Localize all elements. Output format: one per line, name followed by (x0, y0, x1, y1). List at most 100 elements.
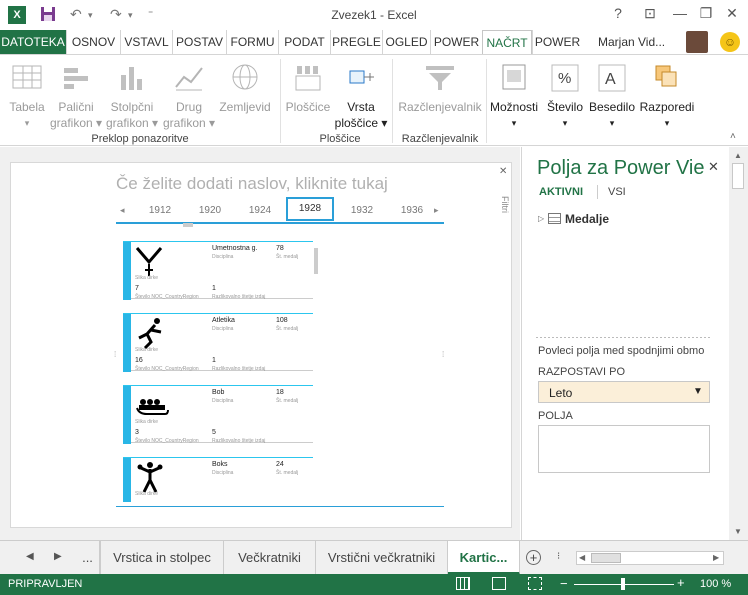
group-label-preklop: Preklop ponazoritve (91, 133, 189, 145)
sheet-tab[interactable]: Vrstica in stolpec (100, 541, 224, 575)
year-tab[interactable]: 1932 (342, 205, 382, 216)
razporedi-button[interactable]: Razporedi ▾ (638, 61, 696, 131)
tabela-button[interactable]: Tabela ▾ (4, 61, 50, 131)
group-separator (280, 59, 281, 143)
athletics-icon (138, 318, 162, 350)
card-item[interactable]: Atletika Disciplina 108 Št. medalj Slika… (123, 313, 313, 372)
title-placeholder[interactable]: Če želite dodati naslov, kliknite tukaj (116, 174, 388, 194)
year-tab-selected[interactable]: 1928 (286, 197, 334, 221)
card-scrollbar[interactable] (314, 248, 318, 274)
sheet-tab[interactable]: Večkratniki (224, 541, 316, 575)
resize-handle[interactable]: ⁞ (114, 350, 116, 359)
tile-resize-handle[interactable] (183, 223, 193, 227)
pane-close-icon[interactable]: ✕ (708, 159, 719, 175)
tile-type-icon (344, 61, 378, 95)
filters-collapse-icon[interactable]: ✕ (499, 166, 507, 177)
tile-strip-left-icon[interactable]: ◂ (120, 205, 125, 216)
filters-label[interactable]: Filtri (500, 196, 510, 213)
scroll-right-icon[interactable]: ▶ (713, 553, 719, 562)
tile-strip-right-icon[interactable]: ▸ (434, 205, 439, 216)
normal-view-icon[interactable] (456, 577, 470, 590)
help-button[interactable]: ? (608, 5, 628, 21)
tab-postav[interactable]: POSTAV (172, 30, 226, 54)
vertical-scrollbar[interactable]: ▲ ▼ (729, 147, 748, 540)
moznosti-button[interactable]: Možnosti ▾ (488, 61, 540, 131)
tab-formu[interactable]: FORMU (226, 30, 278, 54)
svg-text:%: % (558, 70, 571, 87)
sheet-tab-active[interactable]: Kartic... (448, 541, 520, 575)
smiley-icon[interactable]: ☺ (720, 32, 740, 52)
card-editions-count: 5 (212, 429, 216, 436)
line-chart-icon (172, 61, 206, 95)
year-tab[interactable]: 1936 (392, 205, 432, 216)
expand-icon[interactable]: ▷ (538, 214, 544, 223)
palicni-grafikon-button[interactable]: Palični grafikon ▾ (48, 61, 104, 131)
year-tab[interactable]: 1920 (190, 205, 230, 216)
close-button[interactable]: ✕ (722, 5, 742, 22)
card-item[interactable]: Umetnostna g. Disciplina 78 Št. medalj S… (123, 241, 313, 300)
scroll-thumb[interactable] (732, 163, 744, 189)
sheet-tab-more[interactable]: ... (76, 541, 100, 575)
scroll-left-icon[interactable]: ◀ (579, 553, 585, 562)
card-discipline: Umetnostna g. (212, 245, 258, 252)
minimize-button[interactable]: — (670, 5, 690, 21)
zoom-level[interactable]: 100 % (700, 578, 731, 590)
card-medal-count: 78 (276, 245, 284, 252)
layout-dropdown[interactable]: Leto ▼ (538, 381, 710, 403)
page-break-view-icon[interactable] (528, 577, 542, 590)
tab-vsi[interactable]: VSI (608, 186, 626, 198)
scroll-thumb-h[interactable] (591, 553, 621, 563)
tab-aktivni[interactable]: AKTIVNI (539, 186, 583, 198)
tab-pregle[interactable]: PREGLE (330, 30, 382, 54)
zoom-slider-thumb[interactable] (621, 578, 625, 590)
scroll-down-icon[interactable]: ▼ (734, 527, 742, 536)
tab-ogled[interactable]: OGLED (382, 30, 430, 54)
tab-vstavl[interactable]: VSTAVL (120, 30, 172, 54)
sheet-tab[interactable]: Vrstični večkratniki (316, 541, 448, 575)
collapse-ribbon-icon[interactable]: ˄ (730, 131, 736, 142)
tab-nacrt[interactable]: NAČRT (482, 30, 532, 54)
page-layout-view-icon[interactable] (492, 577, 506, 590)
card-editions-count: 1 (212, 357, 216, 364)
year-tab[interactable]: 1912 (140, 205, 180, 216)
layout-label: RAZPOSTAVI PO (538, 366, 625, 378)
sheet-tabs-bar: ◀ ▶ ... Vrstica in stolpec Večkratniki V… (0, 540, 748, 575)
card-item[interactable]: Bob Disciplina 18 Št. medalj Slika dirke… (123, 385, 313, 444)
tile-bottom-line (116, 506, 444, 507)
card-item[interactable]: Boks Disciplina 24 Št. medalj Slika dirk… (123, 457, 313, 502)
tab-osnov[interactable]: OSNOV (66, 30, 120, 54)
scroll-up-icon[interactable]: ▲ (734, 151, 742, 160)
card-discipline-label: Disciplina (212, 398, 234, 404)
zoom-out-icon[interactable]: − (560, 576, 568, 591)
ploscice-button[interactable]: Ploščice (282, 61, 334, 115)
tab-podat[interactable]: PODAT (278, 30, 330, 54)
card-medal-count-label: Št. medalj (276, 326, 299, 332)
drug-grafikon-button[interactable]: Drug grafikon ▾ (162, 61, 216, 131)
tab-separator (597, 185, 598, 199)
ribbon-options-icon[interactable]: ⊡ (640, 5, 660, 22)
stevilo-button[interactable]: % Število ▾ (544, 61, 586, 131)
tab-datoteka[interactable]: DATOTEKA (0, 30, 66, 54)
zemljevid-button[interactable]: Zemljevid (216, 61, 274, 115)
prev-sheet-icon[interactable]: ◀ (26, 551, 34, 562)
zoom-in-icon[interactable]: + (677, 575, 685, 590)
year-tab[interactable]: 1924 (240, 205, 280, 216)
vrsta-ploscice-button[interactable]: Vrsta ploščice ▾ (334, 61, 388, 131)
restore-button[interactable]: ❐ (696, 5, 716, 22)
user-name[interactable]: Marjan Vid... (598, 35, 665, 49)
table-name[interactable]: Medalje (565, 212, 609, 226)
stolpcni-grafikon-button[interactable]: Stolpčni grafikon ▾ (104, 61, 160, 131)
tab-power-2[interactable]: POWER (532, 30, 582, 54)
next-sheet-icon[interactable]: ▶ (54, 551, 62, 562)
card-noc-count: 7 (135, 285, 139, 292)
tab-power[interactable]: POWER (430, 30, 482, 54)
razclenjevalnik-button[interactable]: Razčlenjevalnik (396, 61, 484, 115)
avatar[interactable] (686, 31, 708, 53)
horizontal-scrollbar[interactable]: ◀ ▶ (576, 551, 724, 565)
drag-hint: Povleci polja med spodnjimi obmo (538, 345, 705, 357)
resize-handle[interactable]: ⁞ (442, 350, 444, 359)
add-sheet-icon[interactable]: + (526, 550, 541, 565)
fields-drop-zone[interactable] (538, 425, 710, 473)
sheet-options-icon[interactable]: ⁝ (557, 551, 560, 562)
besedilo-button[interactable]: A Besedilo ▾ (588, 61, 636, 131)
